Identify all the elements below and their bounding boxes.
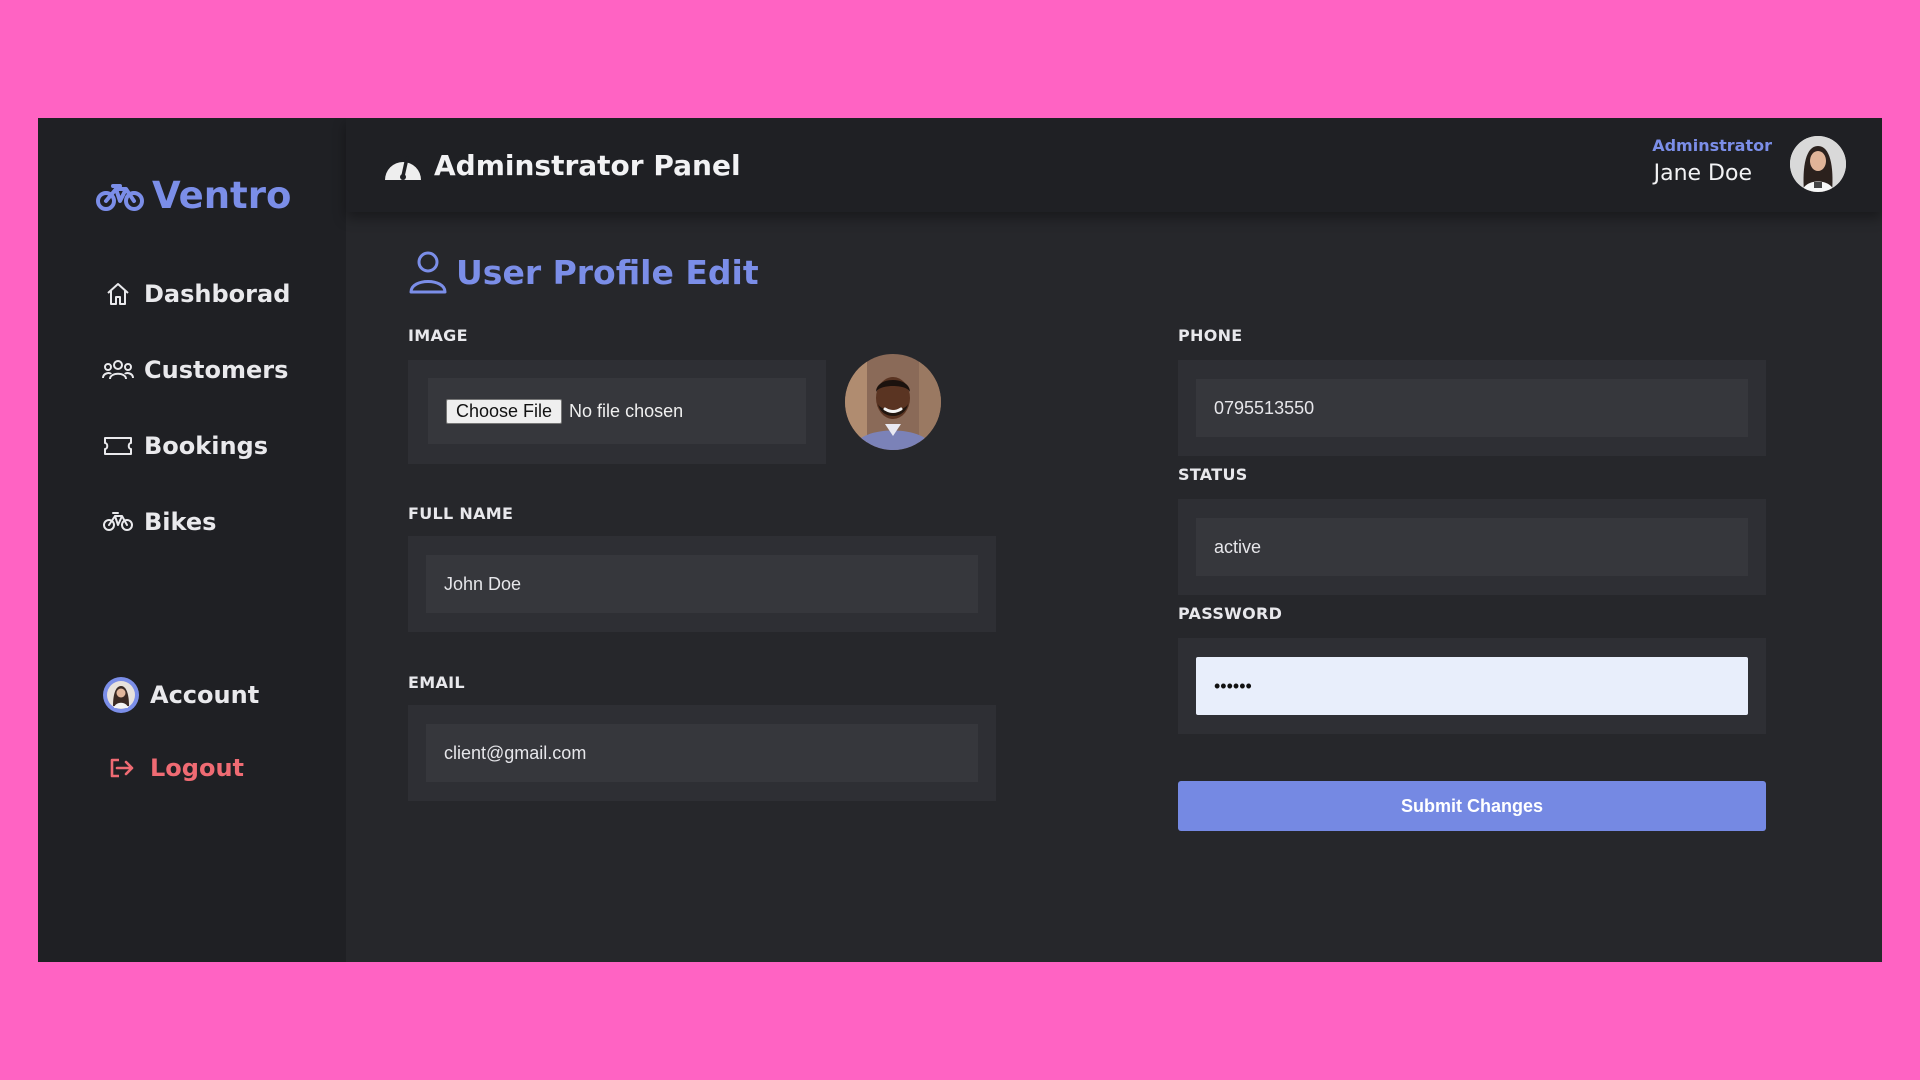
sidebar-item-label: Bookings	[144, 432, 269, 460]
gauge-icon	[385, 156, 421, 180]
email-input[interactable]: client@gmail.com	[426, 724, 978, 782]
brand-logo[interactable]: Ventro	[96, 174, 291, 217]
sidebar-item-account[interactable]: Account	[102, 676, 259, 714]
account-avatar	[102, 676, 140, 714]
status-label: STATUS	[1178, 465, 1248, 484]
logout-button[interactable]: Logout	[102, 754, 244, 782]
password-input[interactable]: ••••••	[1196, 657, 1748, 715]
panel-title-text: Adminstrator Panel	[434, 148, 741, 182]
brand-name: Ventro	[152, 174, 292, 217]
app-window: Ventro Dashborad Customers Bookings Bike	[38, 118, 1882, 962]
bike-icon	[102, 508, 134, 536]
users-icon	[102, 356, 134, 384]
profile-image	[845, 354, 941, 450]
sidebar-item-customers[interactable]: Customers	[102, 356, 288, 384]
phone-label: PHONE	[1178, 326, 1243, 345]
ticket-icon	[102, 432, 134, 460]
password-label: PASSWORD	[1178, 604, 1283, 623]
sidebar-item-bikes[interactable]: Bikes	[102, 508, 216, 536]
sidebar-item-label: Customers	[144, 356, 289, 384]
sidebar-item-label: Bikes	[144, 508, 217, 536]
user-icon	[409, 251, 447, 294]
user-role: Adminstrator	[1652, 136, 1772, 155]
phone-input[interactable]: 0795513550	[1196, 379, 1748, 437]
sidebar-item-bookings[interactable]: Bookings	[102, 432, 268, 460]
image-label: IMAGE	[408, 326, 468, 345]
sidebar: Ventro Dashborad Customers Bookings Bike	[38, 118, 346, 962]
page-title-text: User Profile Edit	[456, 252, 759, 292]
file-input[interactable]: Choose File No file chosen	[428, 378, 806, 444]
file-status-text: No file chosen	[569, 400, 684, 421]
main-content: User Profile Edit IMAGE Choose File No f…	[346, 212, 1882, 962]
submit-changes-button[interactable]: Submit Changes	[1178, 781, 1766, 831]
bike-icon	[96, 183, 144, 211]
home-icon	[102, 280, 134, 308]
logout-icon	[102, 754, 140, 782]
user-name: Jane Doe	[1653, 161, 1752, 186]
page-title: User Profile Edit	[408, 250, 759, 294]
email-label: EMAIL	[408, 673, 465, 692]
top-bar: Adminstrator Panel Adminstrator Jane Doe	[346, 118, 1882, 212]
sidebar-item-label: Dashborad	[144, 280, 291, 308]
user-info: Adminstrator Jane Doe	[1652, 136, 1772, 186]
status-input[interactable]: active	[1196, 518, 1748, 576]
full-name-label: FULL NAME	[408, 504, 514, 523]
logout-label: Logout	[150, 754, 245, 782]
sidebar-item-dashboard[interactable]: Dashborad	[102, 280, 290, 308]
avatar[interactable]	[1790, 136, 1846, 192]
choose-file-button[interactable]: Choose File	[446, 398, 563, 424]
account-label: Account	[150, 681, 260, 709]
full-name-input[interactable]: John Doe	[426, 555, 978, 613]
panel-title: Adminstrator Panel	[382, 146, 741, 184]
